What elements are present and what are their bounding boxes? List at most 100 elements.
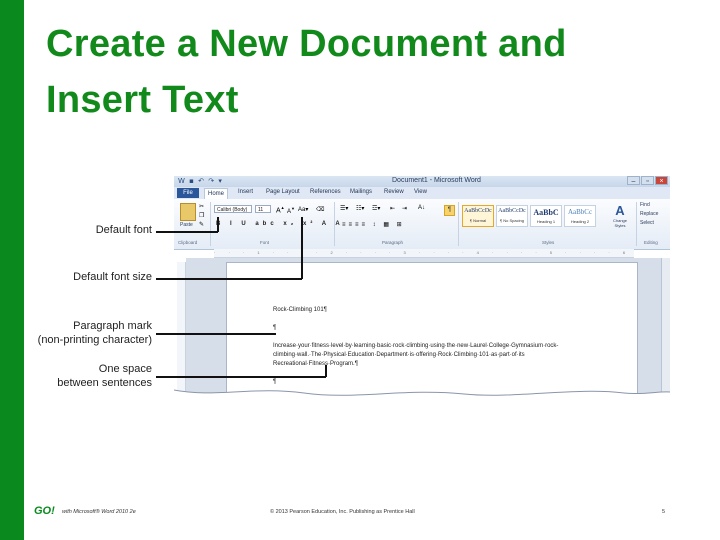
leader-line xyxy=(325,365,327,377)
select-button[interactable]: Select xyxy=(640,219,658,228)
increase-indent-icon[interactable]: ⇥ xyxy=(402,205,407,212)
bullets-icon[interactable]: ☰▾ xyxy=(340,205,348,212)
leader-line xyxy=(156,333,276,335)
doc-line: climbing·wall.·The·Physical·Education·De… xyxy=(273,352,525,358)
leader-line xyxy=(156,278,302,280)
left-accent-bar xyxy=(0,0,24,540)
callout-one-space-line-1: One space xyxy=(98,363,152,375)
font-size-box[interactable]: 11 xyxy=(255,205,271,213)
align-buttons[interactable]: ≡≡≡≡ ↕ ▦ ⊞ xyxy=(342,221,405,228)
copy-icon[interactable]: ❐ xyxy=(199,212,204,219)
style-name: ¶ No Spacing xyxy=(500,218,524,223)
slide-title-line-2: Insert Text xyxy=(46,79,239,121)
save-icon[interactable]: ▪ xyxy=(189,177,195,185)
tab-insert[interactable]: Insert xyxy=(238,189,253,195)
decrease-indent-icon[interactable]: ⇤ xyxy=(390,205,395,212)
go-logo: GO! xyxy=(34,505,55,517)
style-normal[interactable]: AaBbCcDc ¶ Normal xyxy=(462,205,494,227)
style-no-spacing[interactable]: AaBbCcDc ¶ No Spacing xyxy=(496,205,528,227)
leader-line xyxy=(217,217,219,232)
quick-access-toolbar[interactable]: W ▪ ↶ ↷ ▾ xyxy=(178,177,223,185)
replace-button[interactable]: Replace xyxy=(640,210,658,219)
tab-references[interactable]: References xyxy=(310,189,341,195)
window-controls: – ▫ × xyxy=(626,176,668,185)
tab-view[interactable]: View xyxy=(414,189,427,195)
style-sample: AaBbCc xyxy=(567,208,593,216)
show-hide-button[interactable]: ¶ xyxy=(444,205,455,216)
doc-line: Rock-Climbing 101¶ xyxy=(273,307,327,313)
leader-line xyxy=(156,231,218,233)
group-separator xyxy=(458,202,459,246)
editing-group: Find Replace Select xyxy=(640,201,658,228)
clear-formatting-icon[interactable]: ⌫ xyxy=(316,206,324,213)
font-name-box[interactable]: Calibri (Body) xyxy=(214,205,252,213)
doc-line: Increase·your·fitness·level·by·learning·… xyxy=(273,343,559,349)
style-name: Heading 2 xyxy=(570,219,590,224)
tab-mailings[interactable]: Mailings xyxy=(350,189,372,195)
word-title-bar: W ▪ ↶ ↷ ▾ Document1 - Microsoft Word – ▫… xyxy=(174,176,670,187)
change-styles-label: Change Styles xyxy=(612,218,627,228)
footer-copyright: © 2013 Pearson Education, Inc. Publishin… xyxy=(270,509,415,515)
minimize-icon[interactable]: – xyxy=(627,176,640,185)
group-separator xyxy=(636,202,637,246)
word-logo-icon: W xyxy=(178,177,186,185)
doc-line: ¶ xyxy=(273,325,277,331)
style-sample: AaBbC xyxy=(533,208,559,217)
doc-line: Recreational·Fitness·Program.¶ xyxy=(273,361,358,367)
style-sample: AaBbCcDc xyxy=(498,208,526,214)
numbering-icon[interactable]: ☷▾ xyxy=(356,205,364,212)
paste-icon[interactable] xyxy=(180,203,196,221)
slide-title-line-1: Create a New Document and xyxy=(46,23,567,65)
shrink-font-icon[interactable]: A▼ xyxy=(287,206,295,215)
vertical-ruler[interactable] xyxy=(177,262,186,402)
footer-series: with Microsoft® Word 2010 2e xyxy=(62,509,136,515)
grow-font-icon[interactable]: A▲ xyxy=(276,205,285,214)
horizontal-ruler[interactable]: · · · 1 · · · · 2 · · · · 3 · · · · 4 · … xyxy=(214,249,634,258)
group-label-editing: Editing xyxy=(644,240,658,245)
group-separator xyxy=(210,202,211,246)
callout-paragraph-mark-line-1: Paragraph mark xyxy=(73,320,152,332)
redo-icon[interactable]: ↷ xyxy=(208,177,215,185)
undo-icon[interactable]: ↶ xyxy=(198,177,205,185)
group-label-clipboard: Clipboard xyxy=(178,240,198,245)
leader-line xyxy=(156,376,326,378)
slide-title: Create a New Document and Insert Text xyxy=(46,16,686,128)
callout-default-font-size: Default font size xyxy=(73,271,152,283)
change-styles-button[interactable]: A Change Styles xyxy=(608,203,632,228)
tab-home[interactable]: Home xyxy=(204,188,229,199)
leader-line xyxy=(301,217,303,279)
customize-icon[interactable]: ▾ xyxy=(218,177,223,185)
callout-paragraph-mark: Paragraph mark (non-printing character) xyxy=(30,319,152,347)
ribbon-home: Paste ✂ ❐ ✎ Clipboard Calibri (Body) 11 … xyxy=(174,199,670,250)
change-styles-icon: A xyxy=(615,203,625,218)
cut-icon[interactable]: ✂ xyxy=(199,203,204,210)
group-label-paragraph: Paragraph xyxy=(382,240,404,245)
sort-icon[interactable]: A↓ xyxy=(418,205,425,211)
style-sample: AaBbCcDc xyxy=(464,208,492,214)
callout-default-font: Default font xyxy=(95,224,152,236)
document-title: Document1 - Microsoft Word xyxy=(392,177,481,184)
maximize-icon[interactable]: ▫ xyxy=(641,176,654,185)
group-separator xyxy=(334,202,335,246)
change-case-icon[interactable]: Aa▾ xyxy=(298,206,308,213)
tab-review[interactable]: Review xyxy=(384,189,404,195)
callout-one-space: One space between sentences xyxy=(30,362,152,390)
style-heading-1[interactable]: AaBbC Heading 1 xyxy=(530,205,562,227)
multilevel-list-icon[interactable]: ☲▾ xyxy=(372,205,380,212)
tab-page-layout[interactable]: Page Layout xyxy=(266,189,300,195)
format-painter-icon[interactable]: ✎ xyxy=(199,221,204,228)
group-label-font: Font xyxy=(260,240,270,245)
word-screenshot: W ▪ ↶ ↷ ▾ Document1 - Microsoft Word – ▫… xyxy=(174,176,670,406)
find-button[interactable]: Find xyxy=(640,201,658,210)
style-name: Heading 1 xyxy=(536,219,556,224)
style-heading-2[interactable]: AaBbCc Heading 2 xyxy=(564,205,596,227)
group-label-styles: Styles xyxy=(542,240,555,245)
close-icon[interactable]: × xyxy=(655,176,668,185)
callout-one-space-line-2: between sentences xyxy=(57,377,152,389)
ribbon-tabs: File Home Insert Page Layout References … xyxy=(174,187,670,199)
paste-button[interactable]: Paste xyxy=(180,222,193,228)
page-number: 5 xyxy=(662,509,666,515)
style-name: ¶ Normal xyxy=(469,218,487,223)
font-format-buttons[interactable]: B I U abc x₂ x² A A xyxy=(216,221,344,227)
tab-file[interactable]: File xyxy=(177,188,199,198)
